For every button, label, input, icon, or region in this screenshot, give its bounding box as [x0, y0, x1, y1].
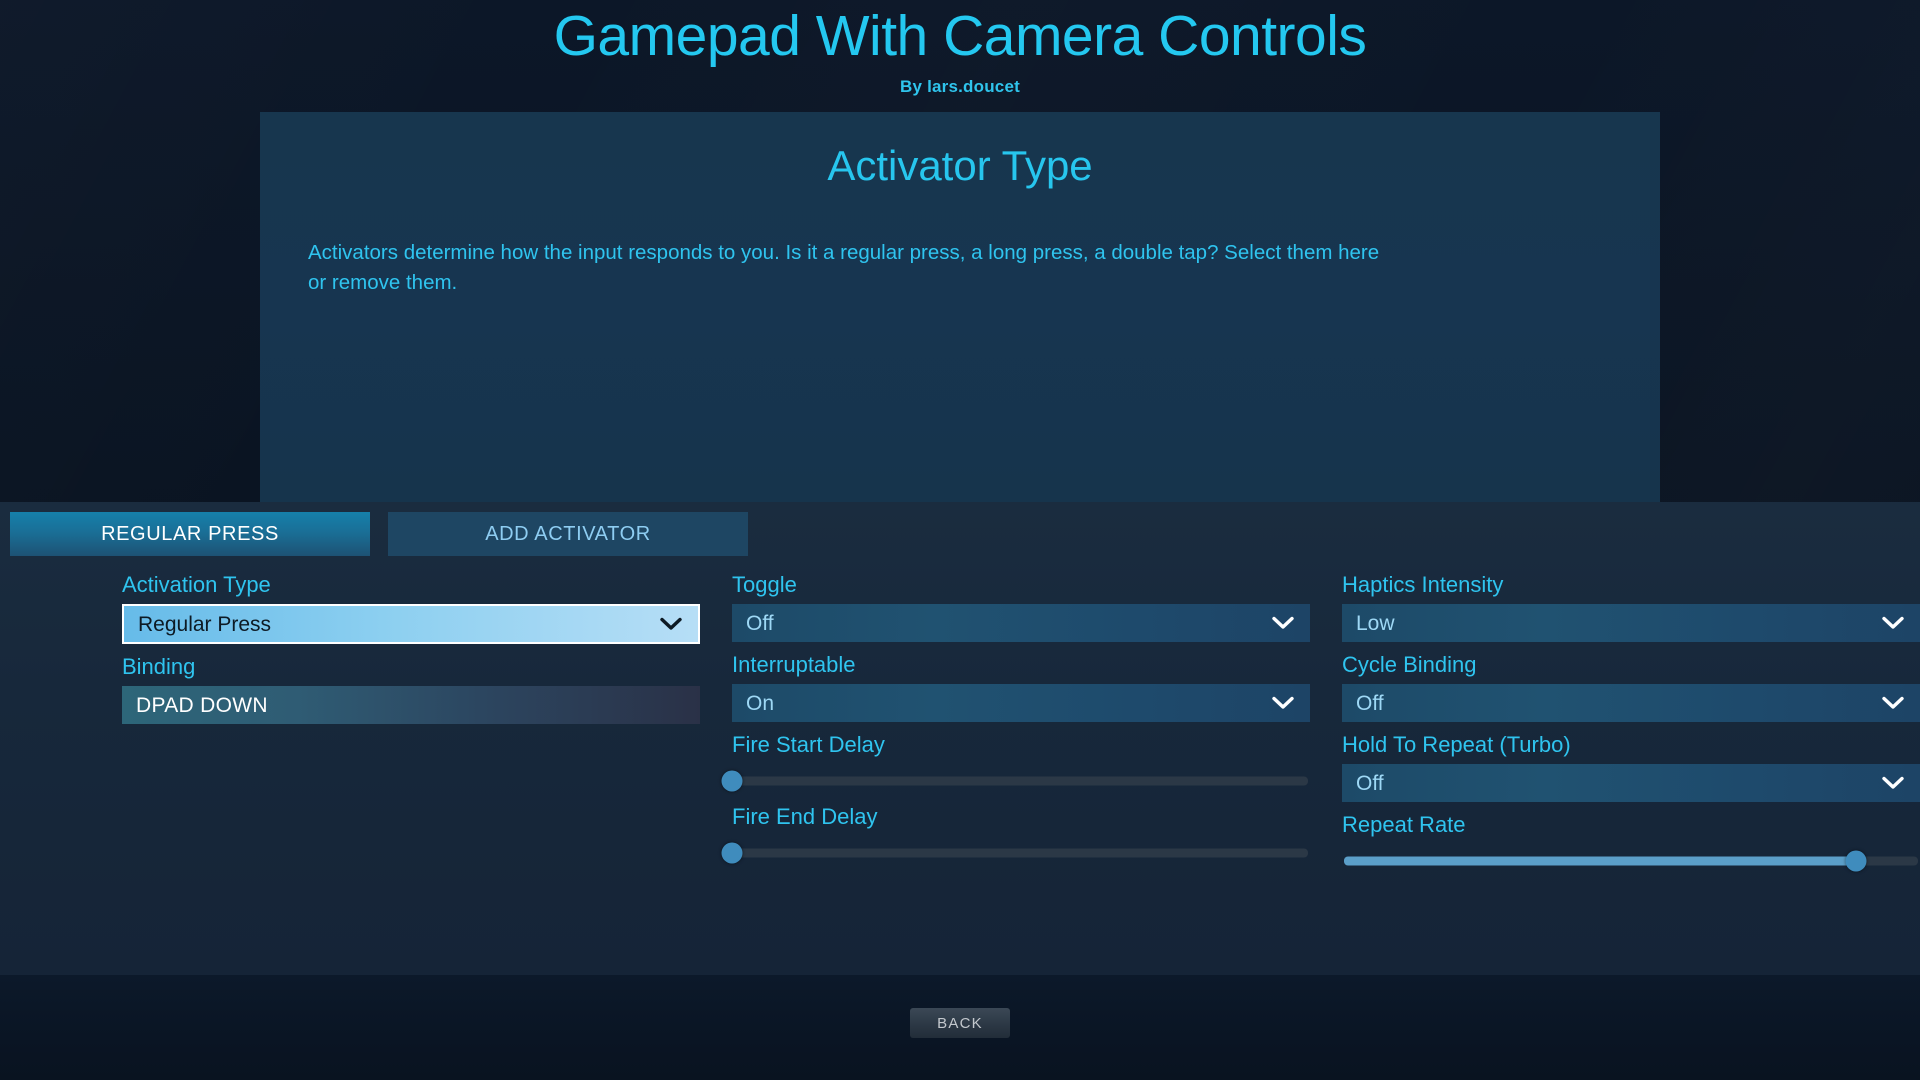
- field-binding: Binding DPAD DOWN: [122, 650, 700, 724]
- haptics-intensity-dropdown[interactable]: Low: [1342, 604, 1920, 642]
- footer-bar: BACK: [0, 975, 1920, 1080]
- field-cycle-binding: Cycle Binding Off: [1342, 648, 1920, 722]
- panel-title: Activator Type: [827, 142, 1093, 189]
- settings-columns: Activation Type Regular Press Binding DP…: [0, 568, 1920, 880]
- field-interruptable: Interruptable On: [732, 648, 1310, 722]
- panel-description: Activators determine how the input respo…: [308, 241, 1380, 294]
- back-button[interactable]: BACK: [910, 1008, 1010, 1038]
- interruptable-dropdown[interactable]: On: [732, 684, 1310, 722]
- chevron-down-icon: [1882, 616, 1904, 630]
- fire-start-delay-label: Fire Start Delay: [732, 732, 885, 757]
- field-fire-start-delay: Fire Start Delay: [721, 728, 1310, 794]
- chevron-down-icon: [660, 617, 682, 631]
- chevron-down-icon: [1882, 776, 1904, 790]
- binding-value: DPAD DOWN: [136, 693, 268, 717]
- toggle-dropdown[interactable]: Off: [732, 604, 1310, 642]
- settings-column-3: Haptics Intensity Low Cycle Binding Off: [1342, 568, 1920, 880]
- haptics-intensity-value: Low: [1356, 611, 1395, 635]
- app-author: By lars.doucet: [900, 77, 1020, 96]
- chevron-down-icon: [1272, 616, 1294, 630]
- chevron-down-icon: [1882, 696, 1904, 710]
- slider-fill: [1344, 856, 1859, 866]
- field-repeat-rate: Repeat Rate: [1342, 808, 1920, 874]
- slider-track: [734, 776, 1308, 786]
- tab-add-activator[interactable]: ADD ACTIVATOR: [388, 512, 748, 556]
- repeat-rate-slider[interactable]: [1342, 848, 1920, 874]
- field-hold-to-repeat: Hold To Repeat (Turbo) Off: [1342, 728, 1920, 802]
- settings-region: REGULAR PRESS ADD ACTIVATOR Activation T…: [0, 502, 1920, 975]
- fire-start-delay-slider[interactable]: [721, 768, 1310, 794]
- cycle-binding-value: Off: [1356, 691, 1384, 715]
- slider-track: [734, 848, 1308, 858]
- field-fire-end-delay: Fire End Delay: [721, 800, 1310, 866]
- activation-type-dropdown[interactable]: Regular Press: [122, 604, 700, 644]
- interruptable-label: Interruptable: [732, 652, 856, 677]
- activation-type-value: Regular Press: [138, 612, 272, 636]
- field-activation-type: Activation Type Regular Press: [122, 568, 700, 644]
- fire-end-delay-slider[interactable]: [721, 840, 1310, 866]
- binding-value-field[interactable]: DPAD DOWN: [122, 686, 700, 724]
- activator-tab-row: REGULAR PRESS ADD ACTIVATOR: [10, 512, 748, 556]
- hold-to-repeat-label: Hold To Repeat (Turbo): [1342, 732, 1571, 757]
- hold-to-repeat-value: Off: [1356, 771, 1384, 795]
- settings-column-1: Activation Type Regular Press Binding DP…: [122, 568, 700, 880]
- cycle-binding-dropdown[interactable]: Off: [1342, 684, 1920, 722]
- haptics-intensity-label: Haptics Intensity: [1342, 572, 1504, 597]
- fire-end-delay-label: Fire End Delay: [732, 804, 878, 829]
- slider-thumb[interactable]: [1845, 850, 1867, 872]
- hold-to-repeat-dropdown[interactable]: Off: [1342, 764, 1920, 802]
- settings-column-2: Toggle Off Interruptable On Fire Start D…: [721, 568, 1310, 880]
- title-area: Gamepad With Camera Controls By lars.dou…: [0, 0, 1920, 112]
- toggle-label: Toggle: [732, 572, 797, 597]
- activation-type-label: Activation Type: [122, 572, 271, 597]
- app-title: Gamepad With Camera Controls: [553, 4, 1367, 68]
- field-haptics-intensity: Haptics Intensity Low: [1342, 568, 1920, 642]
- interruptable-value: On: [746, 691, 775, 715]
- toggle-value: Off: [746, 611, 774, 635]
- cycle-binding-label: Cycle Binding: [1342, 652, 1477, 677]
- repeat-rate-label: Repeat Rate: [1342, 812, 1466, 837]
- slider-thumb[interactable]: [721, 770, 743, 792]
- chevron-down-icon: [1272, 696, 1294, 710]
- field-toggle: Toggle Off: [732, 568, 1310, 642]
- slider-thumb[interactable]: [721, 842, 743, 864]
- tab-regular-press[interactable]: REGULAR PRESS: [10, 512, 370, 556]
- activator-type-panel: Activator Type Activators determine how …: [260, 112, 1660, 502]
- binding-label: Binding: [122, 654, 196, 679]
